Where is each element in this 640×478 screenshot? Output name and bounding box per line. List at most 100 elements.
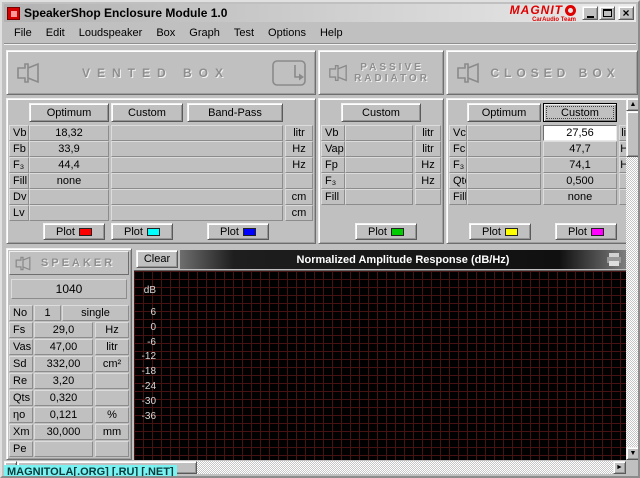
- param-label: Vb: [9, 125, 29, 141]
- vc-input[interactable]: 27,56: [543, 125, 617, 141]
- button-label: Optimum: [481, 106, 527, 119]
- speaker-row: Fs 29,0 Hz: [7, 322, 131, 338]
- arrow-right-icon: ►: [616, 464, 623, 471]
- button-label: Band-Pass: [208, 106, 262, 119]
- graph-area: Clear Normalized Amplitude Response (dB/…: [134, 248, 626, 460]
- passive-custom-button[interactable]: Custom: [341, 103, 421, 122]
- menu-bar: File Edit Loudspeaker Box Graph Test Opt…: [4, 22, 636, 44]
- param-label: Fill: [449, 189, 467, 205]
- param-row: F₃ Hz: [319, 173, 443, 189]
- param-unit: [95, 390, 129, 406]
- menu-box[interactable]: Box: [149, 27, 182, 39]
- param-label: Vap: [321, 141, 345, 157]
- param-label: Fb: [9, 141, 29, 157]
- passive-radiator-header: PASSIVE RADIATOR: [318, 50, 444, 95]
- empty-cell: [345, 173, 413, 189]
- menu-graph[interactable]: Graph: [182, 27, 227, 39]
- vertical-scrollbar[interactable]: ▲ ▼: [626, 98, 638, 460]
- param-label: Pe: [9, 441, 33, 457]
- app-window: SpeakerShop Enclosure Module 1.0 MAGNIT …: [0, 0, 640, 478]
- vertical-scroll-thumb[interactable]: [626, 111, 638, 157]
- scroll-up-button[interactable]: ▲: [626, 98, 638, 111]
- title-bar: SpeakerShop Enclosure Module 1.0 MAGNIT …: [4, 3, 636, 23]
- plot-color-chip: [590, 227, 604, 236]
- print-icon[interactable]: [606, 253, 622, 266]
- passive-title-line1: PASSIVE: [360, 61, 424, 73]
- menu-options[interactable]: Options: [261, 27, 313, 39]
- param-value: 33,9: [29, 141, 109, 157]
- menu-test[interactable]: Test: [227, 27, 261, 39]
- y-axis-label: -24: [141, 381, 156, 392]
- minimize-button[interactable]: [582, 6, 598, 20]
- param-value: 0,320: [34, 390, 93, 406]
- closed-box-panel: Optimum Custom Vc 27,56 litr Fc 47,7 Hz …: [446, 98, 638, 244]
- speaker-header: SPEAKER: [9, 251, 129, 275]
- param-unit: litr: [285, 125, 313, 141]
- maximize-icon: [602, 9, 612, 17]
- param-unit: [95, 373, 129, 389]
- param-label: Vas: [9, 339, 33, 355]
- vented-plot-button-3[interactable]: Plot: [207, 223, 269, 240]
- speaker-model-select[interactable]: 1040: [11, 279, 127, 299]
- empty-cell: [111, 125, 283, 141]
- vented-plot-button-2[interactable]: Plot: [111, 223, 173, 240]
- closed-plot-button-1[interactable]: Plot: [469, 223, 531, 240]
- param-unit: litr: [415, 125, 441, 141]
- scroll-right-button[interactable]: ►: [613, 461, 626, 474]
- vented-plot-button-1[interactable]: Plot: [43, 223, 105, 240]
- scroll-down-button[interactable]: ▼: [626, 447, 638, 460]
- empty-cell: [111, 173, 283, 189]
- plot-button-label: Plot: [568, 225, 587, 238]
- empty-cell: [345, 189, 413, 205]
- speaker-driver-icon: [15, 62, 41, 84]
- menu-file[interactable]: File: [7, 27, 39, 39]
- param-unit: litr: [415, 141, 441, 157]
- menu-help[interactable]: Help: [313, 27, 350, 39]
- vented-custom-button[interactable]: Custom: [111, 103, 183, 122]
- empty-cell: [111, 157, 283, 173]
- empty-cell: [467, 173, 541, 189]
- close-button[interactable]: ×: [618, 6, 634, 20]
- plot-color-chip: [242, 227, 256, 236]
- window-title: SpeakerShop Enclosure Module 1.0: [24, 6, 228, 20]
- param-value: 332,00: [34, 356, 93, 372]
- empty-cell: [111, 205, 283, 221]
- param-row: Fill: [319, 189, 443, 205]
- param-label: Fp: [321, 157, 345, 173]
- status-watermark: MAGNITOLA[.ORG] [.RU] [.NET]: [4, 465, 177, 476]
- y-axis-label: -6: [147, 337, 156, 348]
- closed-plot-button-2[interactable]: Plot: [555, 223, 617, 240]
- closed-optimum-button[interactable]: Optimum: [467, 103, 541, 122]
- closed-box-header: CLOSED BOX: [446, 50, 638, 95]
- window-controls: ×: [581, 6, 634, 20]
- param-row: Vb 18,32 litr: [7, 125, 315, 141]
- speaker-row: ηo 0,121 %: [7, 407, 131, 423]
- speaker-title: SPEAKER: [40, 257, 116, 269]
- closed-box-title: CLOSED BOX: [490, 65, 620, 80]
- speaker-driver-icon: [327, 64, 349, 82]
- brand-text: MAGNIT: [509, 3, 563, 17]
- passive-plot-button[interactable]: Plot: [355, 223, 417, 240]
- param-row: Lv cm: [7, 205, 315, 221]
- param-label: Fc: [449, 141, 467, 157]
- param-value: 29,0: [34, 322, 93, 338]
- clear-button[interactable]: Clear: [136, 250, 178, 268]
- param-row: Fp Hz: [319, 157, 443, 173]
- vented-optimum-button[interactable]: Optimum: [29, 103, 109, 122]
- param-unit: litr: [95, 339, 129, 355]
- vented-bandpass-button[interactable]: Band-Pass: [187, 103, 283, 122]
- closed-custom-button[interactable]: Custom: [543, 103, 617, 122]
- speaker-row: Sd 332,00 cm²: [7, 356, 131, 372]
- speaker-driver-icon: [455, 62, 481, 84]
- maximize-button[interactable]: [599, 6, 615, 20]
- speaker-row: Vas 47,00 litr: [7, 339, 131, 355]
- param-label: Fs: [9, 322, 33, 338]
- param-value: 47,7: [543, 141, 617, 157]
- param-row: F₃ 44,4 Hz: [7, 157, 315, 173]
- param-label: Lv: [9, 205, 29, 221]
- param-label: Dv: [9, 189, 29, 205]
- empty-cell: [467, 157, 541, 173]
- menu-loudspeaker[interactable]: Loudspeaker: [72, 27, 150, 39]
- param-value: 30,000: [34, 424, 93, 440]
- menu-edit[interactable]: Edit: [39, 27, 72, 39]
